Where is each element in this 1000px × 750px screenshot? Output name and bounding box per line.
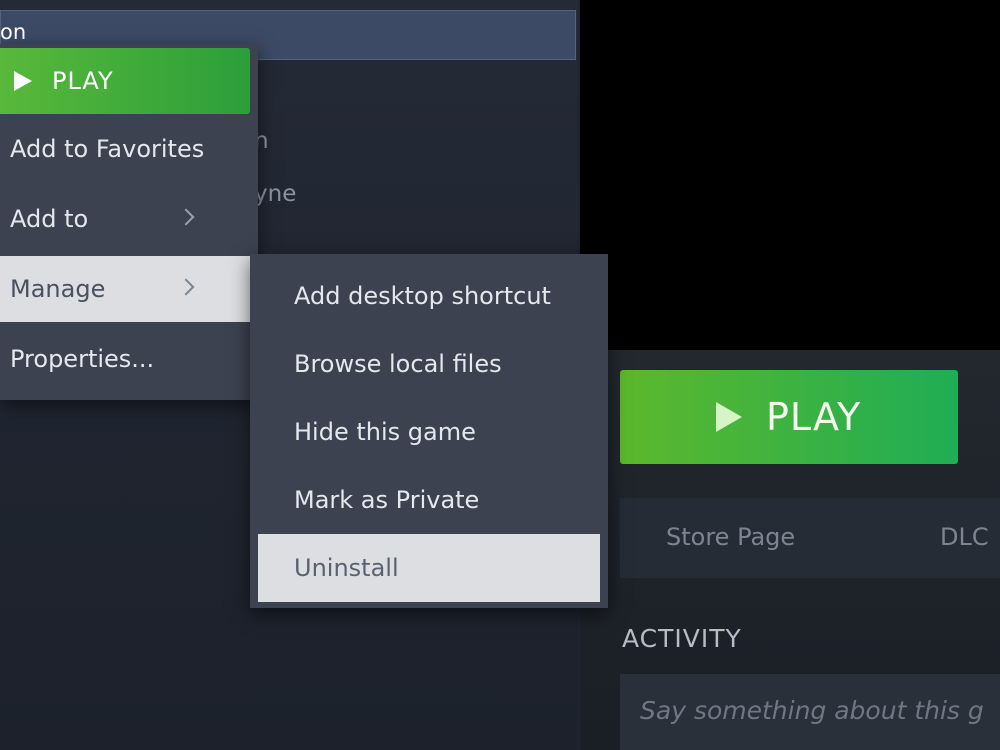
play-button-label: PLAY xyxy=(766,395,862,439)
menu-item-label: Add to Favorites xyxy=(10,135,205,163)
context-menu: PLAY Add to Favorites Add to Manage Prop… xyxy=(0,44,258,400)
manage-submenu: Add desktop shortcut Browse local files … xyxy=(250,254,608,608)
menu-item-label: Add to xyxy=(10,205,89,233)
game-detail-body: PLAY Store Page DLC ACTIVITY Say somethi… xyxy=(580,350,1000,750)
menu-play-button[interactable]: PLAY xyxy=(0,48,250,114)
submenu-item-label: Add desktop shortcut xyxy=(294,282,551,310)
tab-dlc[interactable]: DLC xyxy=(940,523,989,551)
menu-item-manage[interactable]: Manage xyxy=(0,256,250,322)
game-list-text: yne xyxy=(254,181,297,207)
menu-play-label: PLAY xyxy=(52,67,114,95)
tab-store-page[interactable]: Store Page xyxy=(666,523,795,551)
menu-item-label: Manage xyxy=(10,275,106,303)
submenu-item-uninstall[interactable]: Uninstall xyxy=(258,534,600,602)
submenu-item-browse-local-files[interactable]: Browse local files xyxy=(258,330,600,398)
play-button[interactable]: PLAY xyxy=(620,370,958,464)
chevron-right-icon xyxy=(177,208,195,226)
menu-item-label: Properties... xyxy=(10,345,155,373)
game-detail-panel: PLAY Store Page DLC ACTIVITY Say somethi… xyxy=(580,0,1000,750)
play-icon xyxy=(716,402,742,432)
activity-heading: ACTIVITY xyxy=(622,624,742,653)
play-icon xyxy=(14,71,32,91)
submenu-item-hide-this-game[interactable]: Hide this game xyxy=(258,398,600,466)
submenu-item-add-desktop-shortcut[interactable]: Add desktop shortcut xyxy=(258,262,600,330)
activity-placeholder: Say something about this g xyxy=(640,696,984,725)
chevron-right-icon xyxy=(177,278,195,296)
game-tab-bar: Store Page DLC xyxy=(620,498,1000,578)
submenu-item-label: Mark as Private xyxy=(294,486,480,514)
game-hero-image xyxy=(580,0,1000,350)
submenu-item-mark-as-private[interactable]: Mark as Private xyxy=(258,466,600,534)
selected-game-label: on xyxy=(0,20,27,44)
menu-item-add-to[interactable]: Add to xyxy=(0,186,250,252)
menu-item-add-to-favorites[interactable]: Add to Favorites xyxy=(0,116,250,182)
submenu-item-label: Uninstall xyxy=(294,554,399,582)
activity-input[interactable]: Say something about this g xyxy=(620,674,1000,750)
menu-item-properties[interactable]: Properties... xyxy=(0,326,250,392)
submenu-item-label: Hide this game xyxy=(294,418,476,446)
submenu-item-label: Browse local files xyxy=(294,350,502,378)
